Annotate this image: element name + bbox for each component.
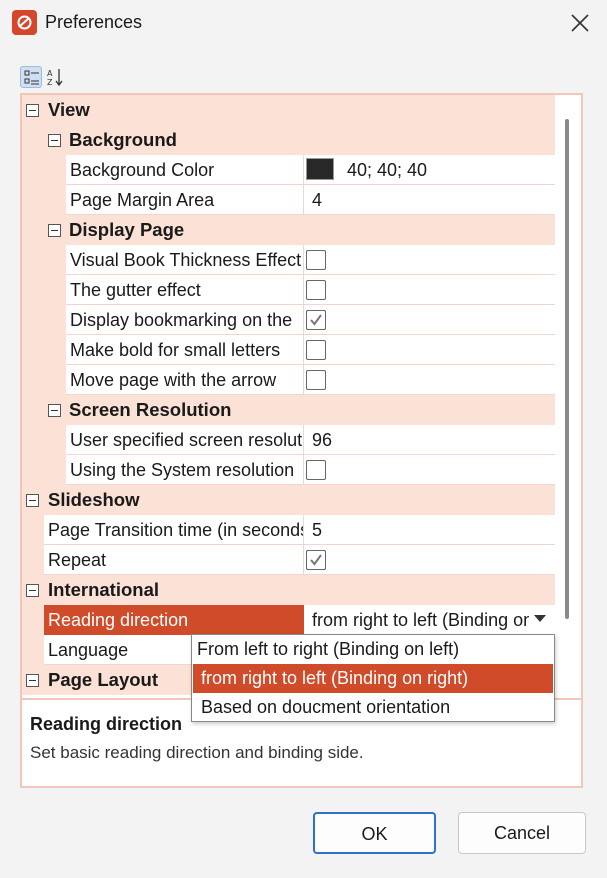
category-display-page[interactable]: Display Page <box>22 215 555 245</box>
property-row[interactable]: Background Color 40; 40; 40 <box>22 155 555 185</box>
bookmark-checkbox[interactable] <box>306 310 326 330</box>
property-row[interactable]: User specified screen resolution 96 <box>22 425 555 455</box>
property-name: Page Margin Area <box>66 185 304 215</box>
category-label: Display Page <box>69 219 185 240</box>
category-label: Background <box>69 129 177 150</box>
collapse-icon[interactable] <box>26 674 39 687</box>
category-label: International <box>48 579 160 600</box>
category-label: Screen Resolution <box>69 399 232 420</box>
property-row[interactable]: Repeat <box>22 545 555 575</box>
categorized-view-button[interactable] <box>20 66 42 88</box>
property-value[interactable]: 4 <box>304 185 555 215</box>
collapse-icon[interactable] <box>26 104 39 117</box>
dropdown-option-selected[interactable]: from right to left (Binding on right) <box>193 664 553 693</box>
close-button[interactable] <box>563 6 597 40</box>
property-name: Background Color <box>66 155 304 185</box>
vertical-scrollbar[interactable] <box>565 119 569 619</box>
svg-text:A: A <box>47 69 53 78</box>
gutter-checkbox[interactable] <box>306 280 326 300</box>
category-slideshow[interactable]: Slideshow <box>22 485 555 515</box>
arrow-checkbox[interactable] <box>306 370 326 390</box>
property-value <box>304 335 555 365</box>
description-title: Reading direction <box>30 714 183 734</box>
dropdown-option[interactable]: From left to right (Binding on left) <box>193 635 553 664</box>
window-title: Preferences <box>45 12 143 32</box>
property-name: Repeat <box>44 545 304 575</box>
property-row[interactable]: Using the System resolution <box>22 455 555 485</box>
title-bar: Preferences <box>0 0 607 46</box>
property-value[interactable]: 5 <box>304 515 555 545</box>
repeat-checkbox[interactable] <box>306 550 326 570</box>
property-name: Make bold for small letters <box>66 335 304 365</box>
checkmark-icon <box>310 314 322 326</box>
property-name: User specified screen resolution <box>66 425 304 455</box>
bold-checkbox[interactable] <box>306 340 326 360</box>
property-name: Move page with the arrow <box>66 365 304 395</box>
property-row[interactable]: The gutter effect <box>22 275 555 305</box>
property-name: Using the System resolution <box>66 455 304 485</box>
property-value <box>304 245 555 275</box>
property-value <box>304 365 555 395</box>
category-view[interactable]: View <box>22 95 555 125</box>
reading-direction-select[interactable]: from right to left (Binding on right) <box>304 605 529 635</box>
property-row-selected[interactable]: Reading direction from right to left (Bi… <box>22 605 555 635</box>
property-name: Page Transition time (in seconds) <box>44 515 304 545</box>
color-value: 40; 40; 40 <box>347 160 428 180</box>
property-value[interactable] <box>304 155 555 185</box>
thickness-checkbox[interactable] <box>306 250 326 270</box>
property-value[interactable]: 96 <box>304 425 555 455</box>
categorized-view-icon <box>24 70 39 85</box>
collapse-icon[interactable] <box>48 404 61 417</box>
ok-button[interactable]: OK <box>313 812 436 854</box>
svg-text:Z: Z <box>47 78 53 87</box>
app-icon <box>12 10 37 35</box>
category-screen-resolution[interactable]: Screen Resolution <box>22 395 555 425</box>
alphabetical-sort-button[interactable]: A Z <box>44 66 66 88</box>
cancel-button[interactable]: Cancel <box>458 812 586 854</box>
property-name: The gutter effect <box>66 275 304 305</box>
system-resolution-checkbox[interactable] <box>306 460 326 480</box>
property-name: Display bookmarking on the <box>66 305 304 335</box>
property-name: Visual Book Thickness Effect <box>66 245 304 275</box>
property-value <box>304 455 555 485</box>
color-swatch <box>306 158 334 180</box>
collapse-icon[interactable] <box>48 224 61 237</box>
property-row[interactable]: Visual Book Thickness Effect <box>22 245 555 275</box>
category-label: View <box>48 99 90 120</box>
property-value <box>304 305 555 335</box>
property-row[interactable]: Page Transition time (in seconds) 5 <box>22 515 555 545</box>
category-label: Page Layout <box>48 669 158 690</box>
category-label: Slideshow <box>48 489 140 510</box>
description-text: Set basic reading direction and binding … <box>30 743 364 762</box>
chevron-down-icon[interactable] <box>534 615 546 622</box>
property-row[interactable]: Display bookmarking on the <box>22 305 555 335</box>
property-value <box>304 545 555 575</box>
reading-direction-dropdown: From left to right (Binding on left) fro… <box>191 634 555 722</box>
property-value <box>304 275 555 305</box>
property-row[interactable]: Move page with the arrow <box>22 365 555 395</box>
checkmark-icon <box>310 554 322 566</box>
property-row[interactable]: Make bold for small letters <box>22 335 555 365</box>
category-international[interactable]: International <box>22 575 555 605</box>
sort-az-icon: A Z <box>47 69 63 87</box>
property-name: Reading direction <box>44 605 304 635</box>
collapse-icon[interactable] <box>26 494 39 507</box>
collapse-icon[interactable] <box>48 134 61 147</box>
property-row[interactable]: Page Margin Area 4 <box>22 185 555 215</box>
collapse-icon[interactable] <box>26 584 39 597</box>
dropdown-option[interactable]: Based on doucment orientation <box>193 693 553 722</box>
category-background[interactable]: Background <box>22 125 555 155</box>
close-icon <box>571 14 589 32</box>
